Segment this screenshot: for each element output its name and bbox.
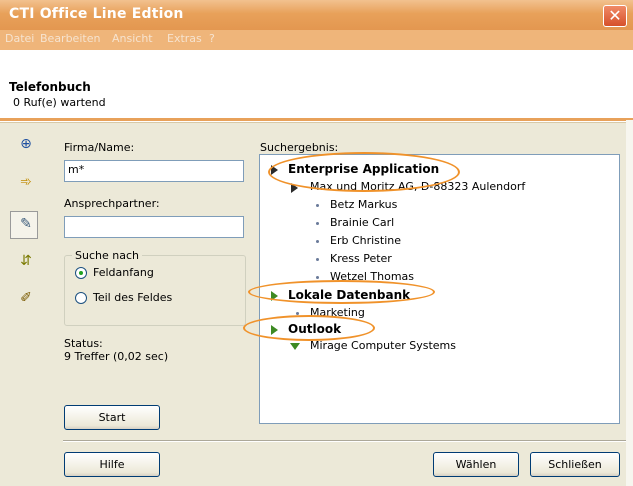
forward-arrow-icon[interactable]: ➾: [15, 171, 37, 193]
start-button[interactable]: Start: [64, 405, 160, 430]
ansprechpartner-label: Ansprechpartner:: [64, 197, 160, 210]
close-icon: ✕: [608, 6, 622, 25]
phone-down-icon[interactable]: ⊕: [15, 133, 37, 155]
collapse-arrow-icon[interactable]: [290, 343, 300, 350]
menu-datei[interactable]: Datei: [5, 32, 34, 45]
bottom-divider: [63, 440, 628, 442]
tree-contact-betz[interactable]: Betz Markus: [330, 198, 397, 211]
header-divider: [0, 118, 633, 121]
firma-input[interactable]: m*: [64, 160, 244, 182]
bullet-icon: [316, 222, 319, 225]
header-panel: [0, 50, 633, 123]
results-label: Suchergebnis:: [260, 141, 339, 154]
bullet-icon: [316, 258, 319, 261]
tree-company-mirage[interactable]: Mirage Computer Systems: [310, 339, 456, 352]
tree-contact-brainie[interactable]: Brainie Carl: [330, 216, 394, 229]
radio-teil-des-feldes[interactable]: [75, 292, 87, 304]
right-edge-scroll: [626, 120, 633, 486]
status-label: Status:: [64, 337, 103, 350]
waiting-calls-text: 0 Ruf(e) wartend: [13, 96, 106, 109]
window-title: CTI Office Line Edtion: [9, 6, 184, 22]
tree-contact-kress[interactable]: Kress Peter: [330, 252, 392, 265]
close-button[interactable]: ✕: [603, 5, 627, 27]
highlight-oval: [248, 280, 435, 304]
menu-ansicht[interactable]: Ansicht: [112, 32, 153, 45]
status-value: 9 Treffer (0,02 sec): [64, 350, 169, 363]
highlight-oval: [243, 315, 375, 341]
radio-selected-dot: [79, 271, 83, 275]
notes-icon[interactable]: ✐: [15, 287, 37, 309]
close-dialog-button[interactable]: Schließen: [530, 452, 620, 477]
phonebook-icon[interactable]: ✎: [15, 213, 37, 235]
highlight-oval: [268, 152, 460, 192]
menu-bearbeiten[interactable]: Bearbeiten: [40, 32, 100, 45]
page-title: Telefonbuch: [9, 80, 91, 94]
ansprechpartner-input[interactable]: [64, 216, 244, 238]
bullet-icon: [316, 276, 319, 279]
firma-label: Firma/Name:: [64, 141, 135, 154]
search-mode-label: Suche nach: [72, 249, 142, 262]
radio-feldanfang[interactable]: [75, 267, 87, 279]
bullet-icon: [316, 240, 319, 243]
radio-teil-label[interactable]: Teil des Feldes: [93, 291, 172, 304]
menu-extras[interactable]: Extras: [167, 32, 202, 45]
dial-button[interactable]: Wählen: [433, 452, 519, 477]
menu-help[interactable]: ?: [209, 32, 215, 45]
transfer-arrows-icon[interactable]: ⇵: [15, 250, 37, 272]
bullet-icon: [316, 204, 319, 207]
radio-feldanfang-label[interactable]: Feldanfang: [93, 266, 154, 279]
tree-contact-erb[interactable]: Erb Christine: [330, 234, 401, 247]
help-button[interactable]: Hilfe: [64, 452, 160, 477]
